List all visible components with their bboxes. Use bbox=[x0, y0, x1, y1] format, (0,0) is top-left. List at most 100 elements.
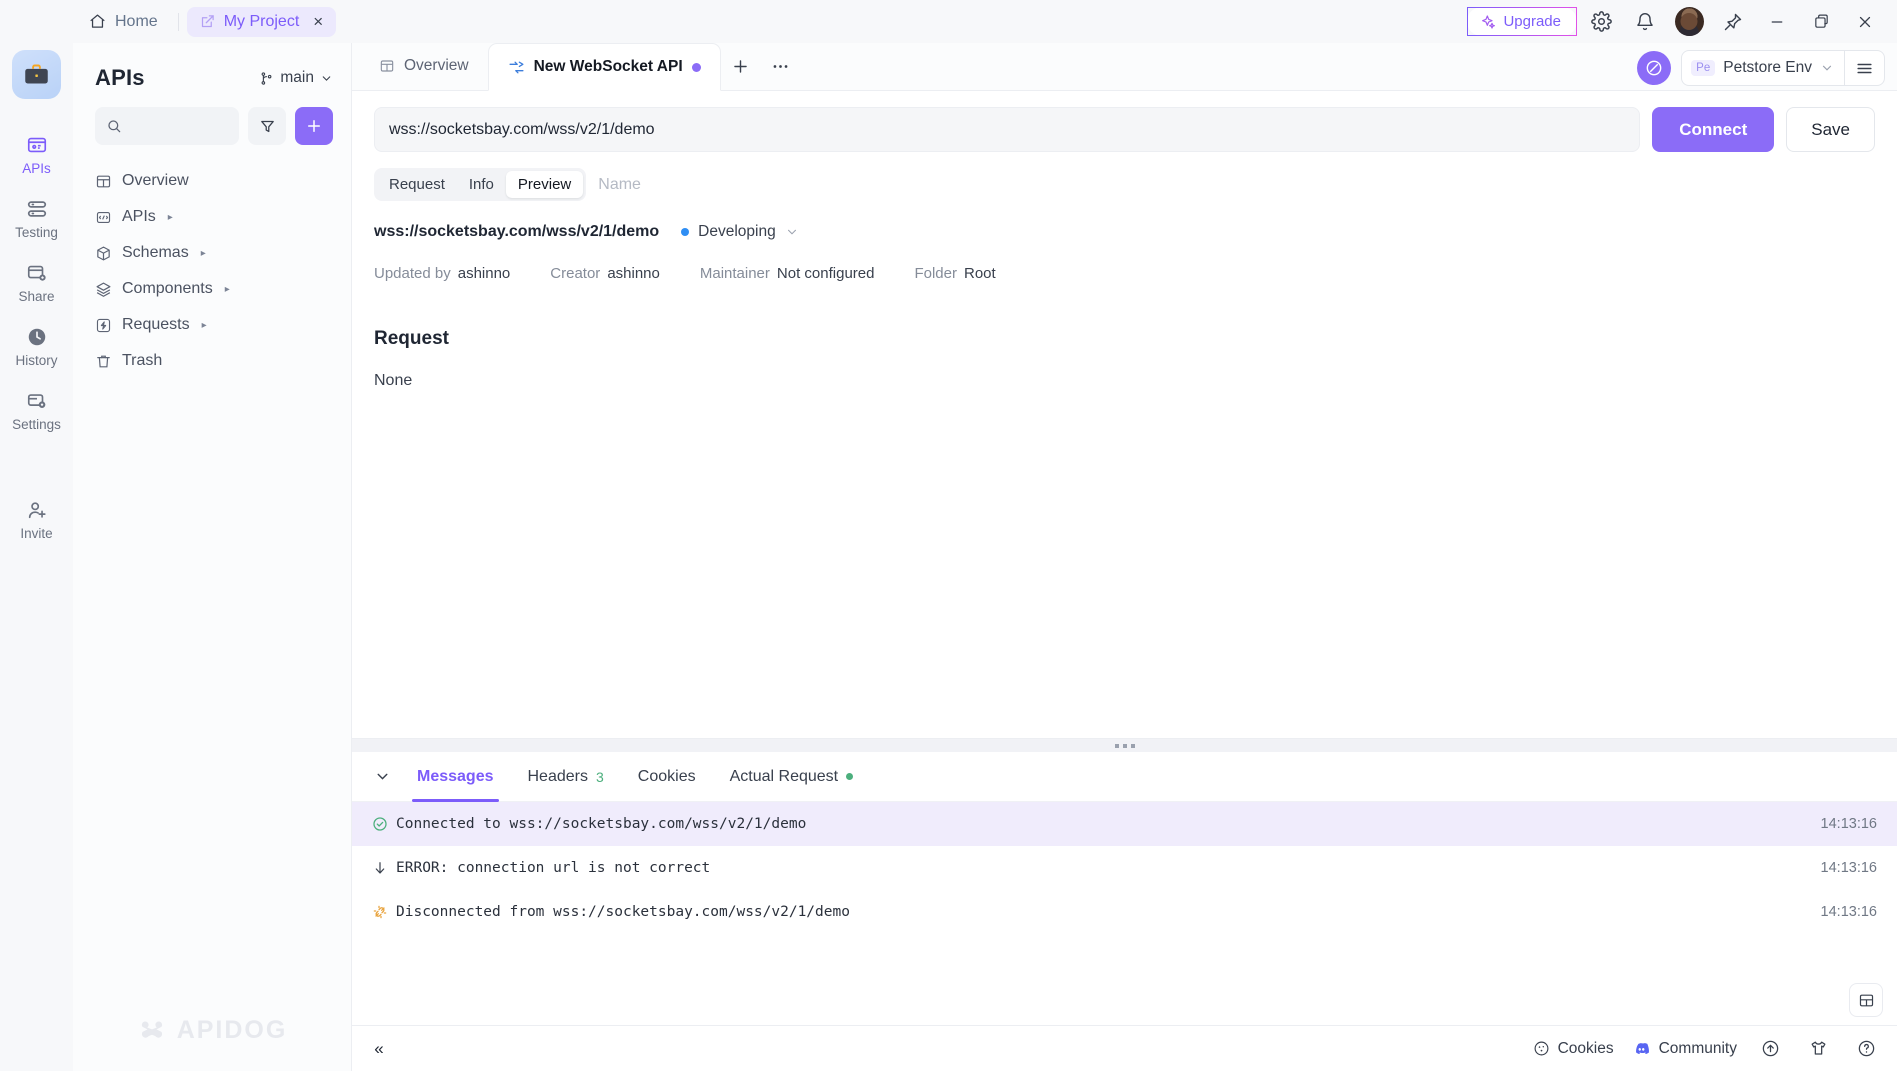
message-row[interactable]: Connected to wss://socketsbay.com/wss/v2… bbox=[352, 802, 1897, 846]
maximize-button[interactable] bbox=[1801, 2, 1841, 42]
url-input-wrapper[interactable] bbox=[374, 107, 1641, 152]
bottom-tab-messages[interactable]: Messages bbox=[400, 752, 511, 802]
api-name-input[interactable] bbox=[596, 175, 897, 194]
history-icon bbox=[26, 324, 48, 350]
tab-new-websocket-api[interactable]: New WebSocket API bbox=[487, 43, 721, 91]
tab-overview[interactable]: Overview bbox=[360, 42, 488, 90]
upload-circle-icon[interactable] bbox=[1755, 1034, 1785, 1064]
sidebar-header: APIs main bbox=[73, 43, 351, 99]
bottom-tab-bar: Messages Headers 3 Cookies Actual Reques… bbox=[352, 752, 1897, 802]
community-button[interactable]: Community bbox=[1632, 1039, 1737, 1058]
trash-icon bbox=[95, 353, 112, 370]
hamburger-icon[interactable] bbox=[1844, 51, 1884, 85]
apis-folder-icon bbox=[95, 209, 112, 226]
bell-icon[interactable] bbox=[1625, 2, 1665, 42]
search-input[interactable] bbox=[130, 118, 228, 134]
sidebar-item-settings[interactable]: Settings bbox=[0, 377, 73, 441]
cookies-button[interactable]: Cookies bbox=[1533, 1040, 1614, 1058]
tree-item-requests[interactable]: Requests ▸ bbox=[73, 307, 351, 343]
close-icon[interactable]: × bbox=[313, 13, 323, 30]
unsaved-indicator-dot bbox=[691, 62, 701, 72]
tree-item-label: Components bbox=[122, 280, 213, 297]
message-row[interactable]: Disconnected from wss://socketsbay.com/w… bbox=[352, 890, 1897, 934]
tree-item-components[interactable]: Components ▸ bbox=[73, 271, 351, 307]
sidebar-item-history[interactable]: History bbox=[0, 313, 73, 377]
new-tab-button[interactable] bbox=[721, 42, 761, 90]
caret-right-icon[interactable]: ▸ bbox=[168, 212, 173, 223]
tab-label: New WebSocket API bbox=[533, 58, 683, 75]
minimize-button[interactable] bbox=[1757, 2, 1797, 42]
project-tab-label: My Project bbox=[223, 12, 300, 30]
status-badge[interactable]: Developing bbox=[681, 223, 799, 241]
user-avatar-image bbox=[1674, 7, 1704, 36]
tab-overflow-button[interactable] bbox=[761, 42, 801, 90]
preview-url: wss://socketsbay.com/wss/v2/1/demo bbox=[374, 223, 660, 240]
message-time: 14:13:16 bbox=[1820, 816, 1877, 832]
messages-list[interactable]: Connected to wss://socketsbay.com/wss/v2… bbox=[352, 802, 1897, 1025]
websocket-icon bbox=[508, 59, 525, 76]
message-row[interactable]: ERROR: connection url is not correct 14:… bbox=[352, 846, 1897, 890]
tree-item-overview[interactable]: Overview bbox=[73, 163, 351, 199]
home-tab-label: Home bbox=[115, 12, 158, 30]
environment-chip: Pe bbox=[1691, 60, 1716, 76]
search-box[interactable] bbox=[95, 107, 239, 145]
tree-item-schemas[interactable]: Schemas ▸ bbox=[73, 235, 351, 271]
add-button[interactable] bbox=[295, 107, 333, 145]
components-icon bbox=[95, 281, 112, 298]
message-time: 14:13:16 bbox=[1820, 904, 1877, 920]
gear-icon[interactable] bbox=[1581, 2, 1621, 42]
project-tab[interactable]: My Project × bbox=[186, 6, 337, 37]
sidebar-item-label: Share bbox=[18, 289, 55, 304]
tree-item-label: Schemas bbox=[122, 244, 189, 261]
sidebar-item-share[interactable]: Share bbox=[0, 249, 73, 313]
tree-item-apis[interactable]: APIs ▸ bbox=[73, 199, 351, 235]
overview-icon bbox=[379, 58, 395, 74]
tree-item-trash[interactable]: Trash bbox=[73, 343, 351, 379]
filter-icon[interactable] bbox=[248, 107, 286, 145]
segment-preview[interactable]: Preview bbox=[505, 171, 584, 198]
sidebar-item-testing[interactable]: Testing bbox=[0, 185, 73, 249]
layout-toggle-icon[interactable] bbox=[1849, 983, 1883, 1017]
collapse-panel-button[interactable]: « bbox=[352, 1039, 406, 1059]
upgrade-button[interactable]: Upgrade bbox=[1467, 7, 1577, 36]
segment-info[interactable]: Info bbox=[457, 171, 506, 198]
message-text: ERROR: connection url is not correct bbox=[396, 860, 711, 876]
message-text: Disconnected from wss://socketsbay.com/w… bbox=[396, 904, 850, 920]
caret-right-icon[interactable]: ▸ bbox=[201, 248, 206, 259]
connect-button[interactable]: Connect bbox=[1652, 107, 1775, 152]
panel-splitter[interactable] bbox=[352, 738, 1897, 752]
sidebar-search-row bbox=[73, 99, 351, 155]
help-circle-icon[interactable] bbox=[1851, 1034, 1881, 1064]
request-section-body: None bbox=[374, 372, 413, 389]
tab-label: Overview bbox=[404, 57, 469, 74]
shirt-icon[interactable] bbox=[1803, 1034, 1833, 1064]
caret-right-icon[interactable]: ▸ bbox=[225, 284, 230, 295]
home-icon bbox=[89, 13, 106, 30]
bottom-tab-headers[interactable]: Headers 3 bbox=[511, 752, 621, 802]
url-input[interactable] bbox=[389, 120, 1626, 139]
splitter-dot bbox=[1114, 743, 1119, 748]
apis-icon bbox=[26, 132, 48, 158]
sidebar-item-apis[interactable]: APIs bbox=[0, 121, 73, 185]
share-icon bbox=[26, 260, 48, 286]
home-tab[interactable]: Home bbox=[73, 7, 174, 37]
sidebar-item-invite[interactable]: Invite bbox=[0, 486, 73, 550]
chevron-down-icon[interactable] bbox=[364, 752, 400, 802]
segment-request[interactable]: Request bbox=[377, 171, 457, 198]
caret-right-icon[interactable]: ▸ bbox=[202, 320, 207, 331]
pin-icon[interactable] bbox=[1713, 2, 1753, 42]
bottom-tab-actual-request[interactable]: Actual Request bbox=[713, 752, 871, 802]
globe-icon[interactable] bbox=[1637, 51, 1672, 85]
workspace-logo[interactable] bbox=[12, 50, 61, 99]
environment-current[interactable]: Pe Petstore Env bbox=[1682, 59, 1844, 77]
avatar[interactable] bbox=[1669, 2, 1709, 42]
environment-selector[interactable]: Pe Petstore Env bbox=[1681, 50, 1885, 86]
meta-value: ashinno bbox=[607, 265, 660, 282]
branch-selector[interactable]: main bbox=[259, 69, 333, 87]
environment-name: Petstore Env bbox=[1723, 59, 1812, 76]
close-window-button[interactable] bbox=[1845, 2, 1885, 42]
bottom-tab-cookies[interactable]: Cookies bbox=[621, 752, 713, 802]
save-button[interactable]: Save bbox=[1786, 107, 1875, 152]
primary-nav-rail: APIs Testing Share History Settings Invi… bbox=[0, 43, 73, 1071]
window-tab-strip: Home My Project × bbox=[73, 0, 337, 43]
